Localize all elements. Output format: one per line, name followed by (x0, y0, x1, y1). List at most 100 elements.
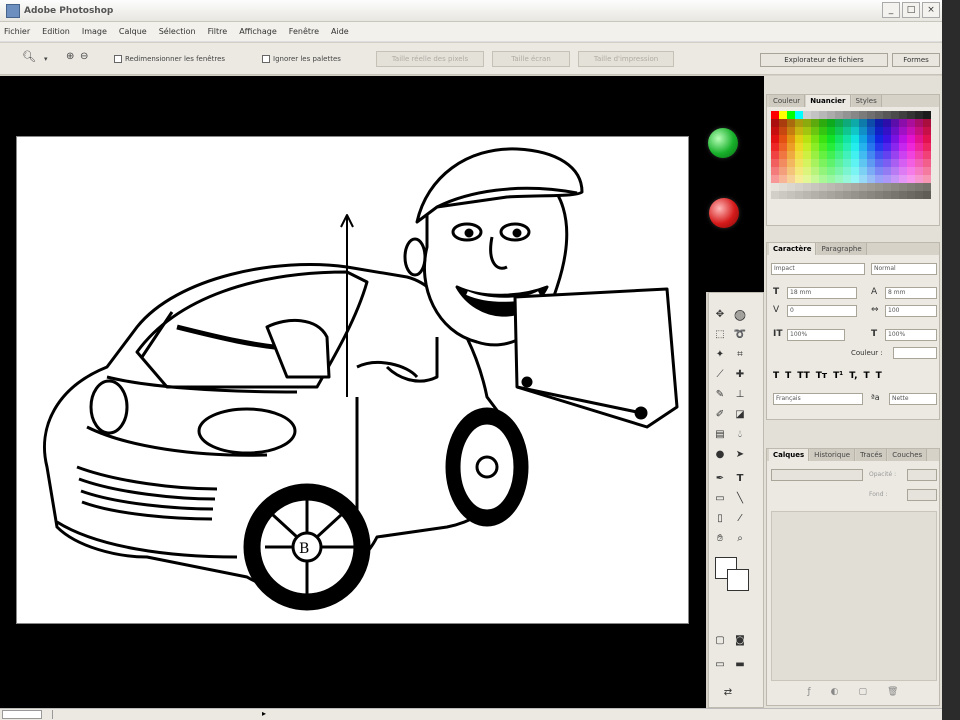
strikethrough-button[interactable]: T (876, 371, 882, 381)
color-swatch[interactable] (915, 175, 923, 183)
color-swatch[interactable] (771, 143, 779, 151)
color-swatch[interactable] (891, 183, 899, 191)
color-swatch[interactable] (827, 151, 835, 159)
color-swatch[interactable] (771, 167, 779, 175)
pen-icon[interactable]: ✒ (711, 471, 729, 487)
magic-wand-icon[interactable]: ✦ (711, 347, 729, 363)
antialias-select[interactable]: Nette (889, 393, 937, 405)
color-swatch[interactable] (899, 135, 907, 143)
color-swatch[interactable] (827, 159, 835, 167)
crop-icon[interactable]: ⌗ (731, 347, 749, 363)
trash-icon[interactable]: 🗑︎ (887, 687, 898, 703)
color-swatch[interactable] (819, 119, 827, 127)
language-select[interactable]: Français (773, 393, 863, 405)
color-swatch[interactable] (891, 111, 899, 119)
swatch-grid[interactable] (771, 111, 937, 199)
color-swatch[interactable] (771, 159, 779, 167)
font-style-select[interactable]: Normal (871, 263, 937, 275)
color-swatch[interactable] (811, 127, 819, 135)
color-swatch[interactable] (835, 167, 843, 175)
color-swatch[interactable] (803, 159, 811, 167)
layer-style-icon[interactable]: ƒ (808, 687, 811, 703)
quick-mask-icon[interactable]: ◙ (731, 633, 749, 649)
color-swatch[interactable] (795, 183, 803, 191)
leading-field[interactable]: 8 mm (885, 287, 937, 299)
color-swatch[interactable] (907, 167, 915, 175)
color-swatch[interactable] (803, 127, 811, 135)
color-swatch[interactable] (907, 127, 915, 135)
menu-filtre[interactable]: Filtre (208, 27, 228, 36)
resize-windows-checkbox[interactable]: Redimensionner les fenêtres (114, 52, 225, 66)
color-swatch[interactable] (867, 127, 875, 135)
color-swatch[interactable] (787, 183, 795, 191)
tab-caractere[interactable]: Caractère (769, 243, 817, 255)
zoom-in-icon[interactable]: ⊕ (66, 50, 74, 64)
eraser-icon[interactable]: ◪ (731, 407, 749, 423)
color-swatch[interactable] (827, 111, 835, 119)
color-swatch[interactable] (859, 167, 867, 175)
color-swatch[interactable] (795, 167, 803, 175)
underline-button[interactable]: T (864, 371, 870, 381)
menu-affichage[interactable]: Affichage (239, 27, 277, 36)
color-swatch[interactable] (899, 183, 907, 191)
color-swatch[interactable] (835, 135, 843, 143)
color-swatch[interactable] (883, 111, 891, 119)
faux-bold-button[interactable]: T (773, 371, 779, 381)
color-swatch[interactable] (851, 151, 859, 159)
color-swatch[interactable] (827, 167, 835, 175)
color-swatch[interactable] (891, 191, 899, 199)
color-swatch[interactable] (843, 119, 851, 127)
color-swatch[interactable] (771, 175, 779, 183)
color-swatch[interactable] (875, 135, 883, 143)
color-swatch[interactable] (811, 135, 819, 143)
lasso-icon[interactable]: ➰ (731, 327, 749, 343)
color-swatch[interactable] (899, 119, 907, 127)
print-size-button[interactable]: Taille d'impression (578, 51, 674, 67)
canvas[interactable]: B (16, 136, 689, 624)
color-swatch[interactable] (811, 119, 819, 127)
color-swatch[interactable] (827, 127, 835, 135)
color-swatch[interactable] (883, 119, 891, 127)
color-swatch[interactable] (811, 111, 819, 119)
standard-mode-icon[interactable]: ▢ (711, 633, 729, 649)
tab-nuancier[interactable]: Nuancier (806, 95, 851, 107)
menu-aide[interactable]: Aide (331, 27, 349, 36)
magnifier-icon[interactable]: 🔍︎ (22, 50, 36, 64)
color-swatch[interactable] (899, 151, 907, 159)
hand-icon[interactable]: ✋︎ (711, 531, 729, 547)
color-swatch[interactable] (851, 127, 859, 135)
color-swatch[interactable] (915, 191, 923, 199)
color-swatch[interactable] (811, 191, 819, 199)
color-swatch[interactable] (899, 175, 907, 183)
file-browser-tab[interactable]: Explorateur de fichiers (760, 53, 888, 67)
color-swatch[interactable] (787, 143, 795, 151)
color-swatch[interactable] (779, 159, 787, 167)
eyedropper-icon[interactable]: ⁄ (731, 511, 749, 527)
color-swatch[interactable] (907, 175, 915, 183)
color-swatch[interactable] (891, 151, 899, 159)
color-swatch[interactable] (819, 175, 827, 183)
color-swatch[interactable] (851, 143, 859, 151)
color-swatch[interactable] (891, 127, 899, 135)
color-swatch[interactable] (795, 159, 803, 167)
color-swatch[interactable] (851, 183, 859, 191)
color-swatch[interactable] (859, 119, 867, 127)
tab-traces[interactable]: Tracés (856, 449, 888, 461)
menu-calque[interactable]: Calque (119, 27, 147, 36)
healing-icon[interactable]: ✚ (731, 367, 749, 383)
color-swatch[interactable] (771, 135, 779, 143)
color-swatch[interactable] (851, 159, 859, 167)
color-swatch[interactable] (803, 167, 811, 175)
color-swatch[interactable] (923, 135, 931, 143)
tracking-field[interactable]: 0 (787, 305, 857, 317)
color-swatch[interactable] (771, 111, 779, 119)
color-swatch[interactable] (827, 191, 835, 199)
color-swatch[interactable] (827, 143, 835, 151)
color-swatch[interactable] (771, 183, 779, 191)
color-swatch[interactable] (811, 151, 819, 159)
color-swatch[interactable] (827, 119, 835, 127)
color-swatch[interactable] (819, 183, 827, 191)
color-swatch[interactable] (835, 119, 843, 127)
color-swatch[interactable] (795, 175, 803, 183)
color-swatch[interactable] (819, 111, 827, 119)
